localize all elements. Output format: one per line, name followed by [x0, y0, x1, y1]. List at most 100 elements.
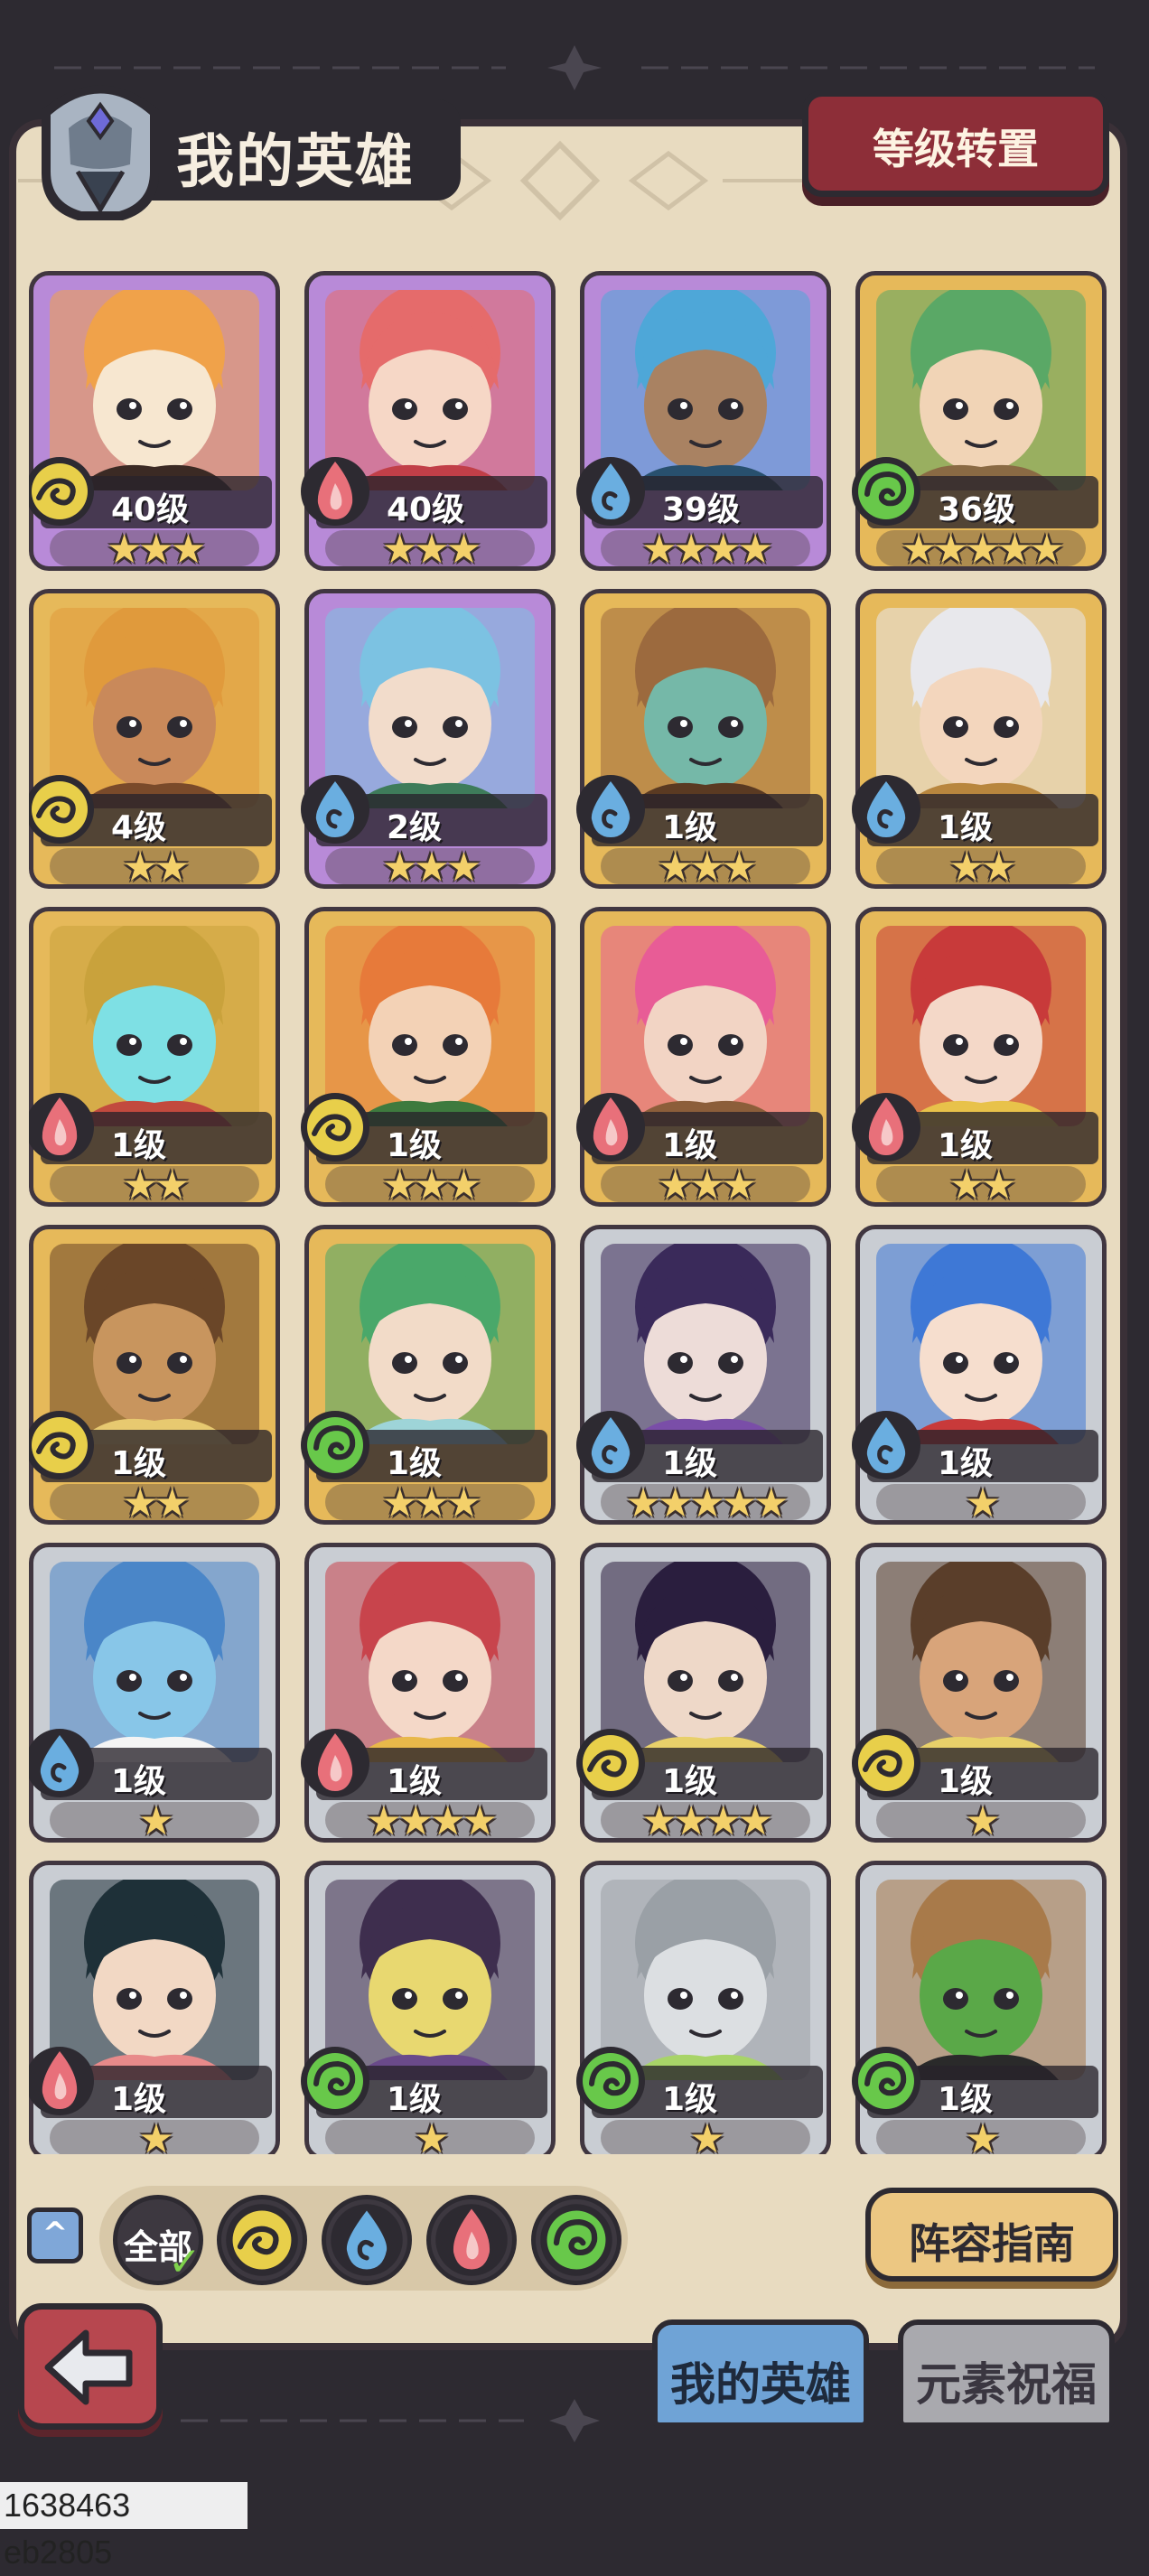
hero-star-bar: ★★★★★ — [601, 1480, 810, 1526]
hero-card[interactable]: 1级 ★ — [29, 1543, 280, 1844]
hero-card[interactable]: 1级 ★★ — [852, 589, 1107, 891]
element-fire-icon — [301, 1729, 369, 1797]
hero-stars: ★ — [138, 2116, 173, 2154]
hero-card[interactable]: 1级 ★★ — [29, 1225, 280, 1526]
hero-star-bar: ★★★ — [325, 1162, 535, 1209]
element-wind-icon — [301, 2047, 369, 2115]
hero-star-bar: ★ — [50, 1798, 259, 1844]
filter-fire-button[interactable] — [426, 2195, 517, 2285]
back-arrow-icon — [44, 2329, 133, 2405]
back-button[interactable] — [18, 2303, 163, 2430]
hero-star-bar: ★ — [876, 1798, 1086, 1844]
hero-star-bar: ★★★★ — [601, 1798, 810, 1844]
hero-stars: ★★★ — [657, 845, 757, 891]
element-water-icon — [331, 2204, 403, 2276]
hero-star-bar: ★ — [325, 2116, 535, 2154]
hero-card[interactable]: 1级 ★★★★★ — [576, 1225, 831, 1526]
hero-card[interactable]: 40级 ★★★ — [29, 271, 280, 573]
hero-card[interactable]: 1级 ★ — [29, 1861, 280, 2154]
hero-card[interactable]: 1级 ★★★★ — [576, 1543, 831, 1844]
element-fire-icon — [435, 2204, 508, 2276]
hero-level: 1级 — [387, 1445, 443, 1482]
hero-card[interactable]: 1级 ★★★ — [301, 907, 556, 1209]
hero-card[interactable]: 1级 ★ — [301, 1861, 556, 2154]
hero-card[interactable]: 36级 ★★★★★ — [852, 271, 1107, 573]
hero-stars: ★★★ — [381, 1162, 481, 1209]
level-reset-button[interactable]: 等级转置 — [802, 90, 1109, 197]
element-earth-icon — [29, 457, 94, 526]
helmet-icon — [42, 85, 159, 220]
hero-level: 1级 — [938, 1763, 994, 1800]
chevron-up-icon: ^ — [42, 2216, 69, 2252]
tab-element-blessing[interactable]: 元素祝福 — [898, 2319, 1115, 2428]
hero-stars: ★ — [965, 1798, 1000, 1844]
filter-earth-button[interactable] — [217, 2195, 307, 2285]
hero-card[interactable]: 1级 ★ — [852, 1225, 1107, 1526]
hero-level: 1级 — [938, 2081, 994, 2118]
element-wind-icon — [540, 2204, 612, 2276]
hero-star-bar: ★★★ — [601, 845, 810, 891]
hero-stars: ★★ — [122, 1162, 191, 1209]
hero-stars: ★★★ — [106, 527, 206, 573]
level-reset-label: 等级转置 — [873, 125, 1039, 173]
hero-star-bar: ★★ — [50, 845, 259, 891]
hero-stars: ★★★★ — [366, 1798, 498, 1844]
hero-level: 1级 — [938, 1445, 994, 1482]
element-wind-icon — [852, 457, 920, 526]
hero-star-bar: ★ — [601, 2116, 810, 2154]
tab-my-heroes[interactable]: 我的英雄 — [652, 2319, 869, 2428]
lineup-guide-button[interactable]: 阵容指南 — [865, 2188, 1118, 2282]
filter-all-button[interactable]: 全部 ✓ — [113, 2195, 203, 2285]
filter-water-button[interactable] — [322, 2195, 412, 2285]
element-earth-icon — [29, 1411, 94, 1479]
hero-level: 1级 — [662, 809, 718, 846]
hero-star-bar: ★★★ — [325, 527, 535, 573]
hero-stars: ★★ — [948, 845, 1017, 891]
element-earth-icon — [852, 1729, 920, 1797]
hero-level: 1级 — [387, 1127, 443, 1164]
hero-card[interactable]: 1级 ★ — [576, 1861, 831, 2154]
lineup-guide-label: 阵容指南 — [909, 2219, 1075, 2268]
hero-card[interactable]: 1级 ★★★ — [301, 1225, 556, 1526]
hero-stars: ★ — [965, 2116, 1000, 2154]
filter-wind-button[interactable] — [531, 2195, 621, 2285]
hero-level: 40级 — [111, 491, 190, 528]
hero-level: 1级 — [111, 1445, 167, 1482]
hero-level: 1级 — [662, 2081, 718, 2118]
hero-level: 1级 — [111, 2081, 167, 2118]
hero-card[interactable]: 1级 ★ — [852, 1543, 1107, 1844]
hero-level: 1级 — [938, 1127, 994, 1164]
hero-star-bar: ★ — [50, 2116, 259, 2154]
hero-stars: ★★★★★ — [625, 1480, 789, 1526]
hero-level: 4级 — [111, 809, 167, 846]
hero-card[interactable]: 1级 ★★★ — [576, 907, 831, 1209]
hero-card[interactable]: 39级 ★★★★ — [576, 271, 831, 573]
hero-card[interactable]: 1级 ★★ — [29, 907, 280, 1209]
hero-card[interactable]: 4级 ★★ — [29, 589, 280, 891]
element-earth-icon — [576, 1729, 645, 1797]
hero-level: 1级 — [387, 1763, 443, 1800]
element-water-icon — [852, 1411, 920, 1479]
element-wind-icon — [852, 2047, 920, 2115]
hero-level: 39级 — [662, 491, 741, 528]
hero-card[interactable]: 1级 ★ — [852, 1861, 1107, 2154]
hero-stars: ★★ — [122, 845, 191, 891]
hero-level: 2级 — [387, 809, 443, 846]
hero-card[interactable]: 1级 ★★★★ — [301, 1543, 556, 1844]
hero-card[interactable]: 40级 ★★★ — [301, 271, 556, 573]
hero-star-bar: ★★★★ — [325, 1798, 535, 1844]
hero-stars: ★★ — [948, 1162, 1017, 1209]
hero-card[interactable]: 1级 ★★★ — [576, 589, 831, 891]
hero-stars: ★★★ — [381, 1480, 481, 1526]
hero-level: 1级 — [938, 809, 994, 846]
collapse-filter-button[interactable]: ^ — [27, 2207, 83, 2263]
element-water-icon — [576, 457, 645, 526]
element-water-icon — [29, 1729, 94, 1797]
tab-element-blessing-label: 元素祝福 — [916, 2358, 1097, 2411]
hero-star-bar: ★★★ — [50, 527, 259, 573]
hero-level: 1级 — [662, 1445, 718, 1482]
hero-card[interactable]: 2级 ★★★ — [301, 589, 556, 891]
hero-level: 1级 — [111, 1763, 167, 1800]
element-earth-icon — [29, 775, 94, 844]
hero-card[interactable]: 1级 ★★ — [852, 907, 1107, 1209]
